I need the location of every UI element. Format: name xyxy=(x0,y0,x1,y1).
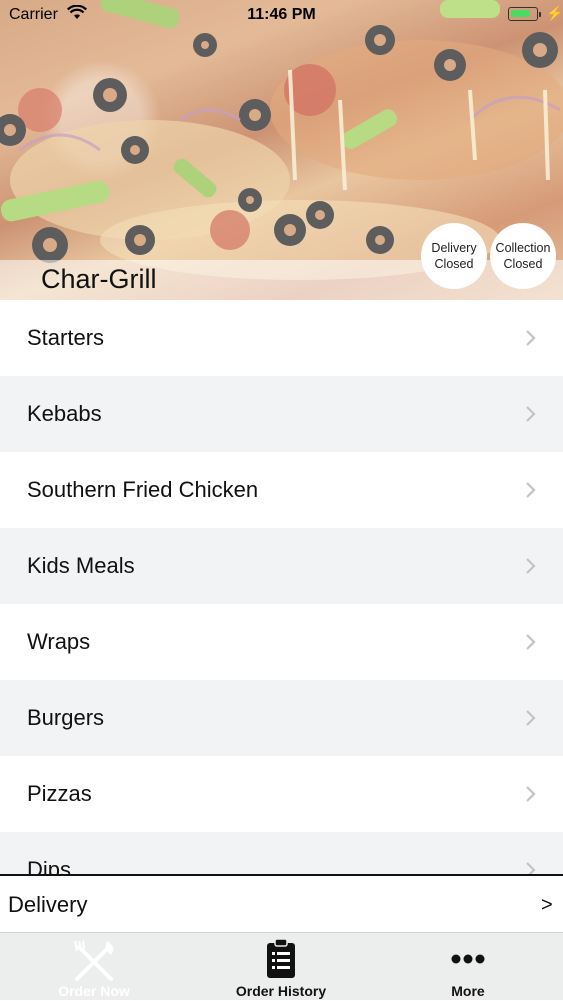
chevron-right-icon xyxy=(526,558,536,574)
menu-category-list[interactable]: Starters Kebabs Southern Fried Chicken Kids… xyxy=(0,300,563,874)
collection-status-value: Closed xyxy=(503,257,543,271)
collection-status-label: Collection xyxy=(495,241,551,255)
chevron-right-icon xyxy=(526,710,536,726)
tab-order-now[interactable]: Order Now xyxy=(24,933,164,1001)
tab-order-now-label: Order Now xyxy=(58,983,130,999)
tab-more[interactable]: More xyxy=(398,933,538,1001)
status-bar: Carrier 11:46 PM ⚡ xyxy=(0,0,563,30)
more-dots-icon xyxy=(451,954,485,964)
hero-image: Char-Grill Delivery Closed Collection Cl… xyxy=(0,0,563,300)
tab-order-history[interactable]: Order History xyxy=(211,933,351,1001)
chevron-right-icon xyxy=(526,786,536,802)
menu-category-row[interactable]: Dips xyxy=(0,832,563,874)
menu-category-label: Burgers xyxy=(27,705,105,730)
menu-category-label: Southern Fried Chicken xyxy=(27,477,259,502)
menu-category-row[interactable]: Kids Meals xyxy=(0,528,563,604)
menu-category-label: Pizzas xyxy=(27,781,92,806)
order-type-bar[interactable]: Delivery > xyxy=(0,874,563,932)
delivery-status-label: Delivery xyxy=(431,241,477,255)
menu-category-row[interactable]: Starters xyxy=(0,300,563,376)
chevron-right-icon xyxy=(526,634,536,650)
fork-knife-icon xyxy=(74,940,114,981)
menu-category-row[interactable]: Burgers xyxy=(0,680,563,756)
menu-category-label: Starters xyxy=(27,325,105,350)
chevron-right-icon xyxy=(526,406,536,422)
menu-category-row[interactable]: Southern Fried Chicken xyxy=(0,452,563,528)
chevron-right-icon xyxy=(526,330,536,346)
menu-category-label: Kids Meals xyxy=(27,553,135,578)
menu-category-row[interactable]: Wraps xyxy=(0,604,563,680)
delivery-status-value: Closed xyxy=(434,257,474,271)
collection-status-badge: Collection Closed xyxy=(490,223,556,289)
tab-order-history-label: Order History xyxy=(235,983,327,999)
delivery-status-badge: Delivery Closed xyxy=(421,223,487,289)
tab-bar: Order Now Order History More xyxy=(0,932,563,1000)
charging-icon: ⚡ xyxy=(546,5,563,21)
order-type-arrow-icon: > xyxy=(541,894,553,916)
clipboard-list-icon xyxy=(267,939,295,978)
menu-category-row[interactable]: Pizzas xyxy=(0,756,563,832)
menu-category-label: Kebabs xyxy=(27,401,102,426)
battery-tip xyxy=(539,12,541,17)
menu-category-row[interactable]: Kebabs xyxy=(0,376,563,452)
menu-category-label: Dips xyxy=(27,857,72,874)
order-type-label: Delivery xyxy=(8,892,88,917)
chevron-right-icon xyxy=(526,862,536,874)
restaurant-name: Char-Grill xyxy=(41,264,157,294)
tab-more-label: More xyxy=(451,983,485,999)
menu-category-label: Wraps xyxy=(27,629,91,654)
chevron-right-icon xyxy=(526,482,536,498)
battery-icon xyxy=(508,7,538,21)
clock: 11:46 PM xyxy=(247,6,316,23)
